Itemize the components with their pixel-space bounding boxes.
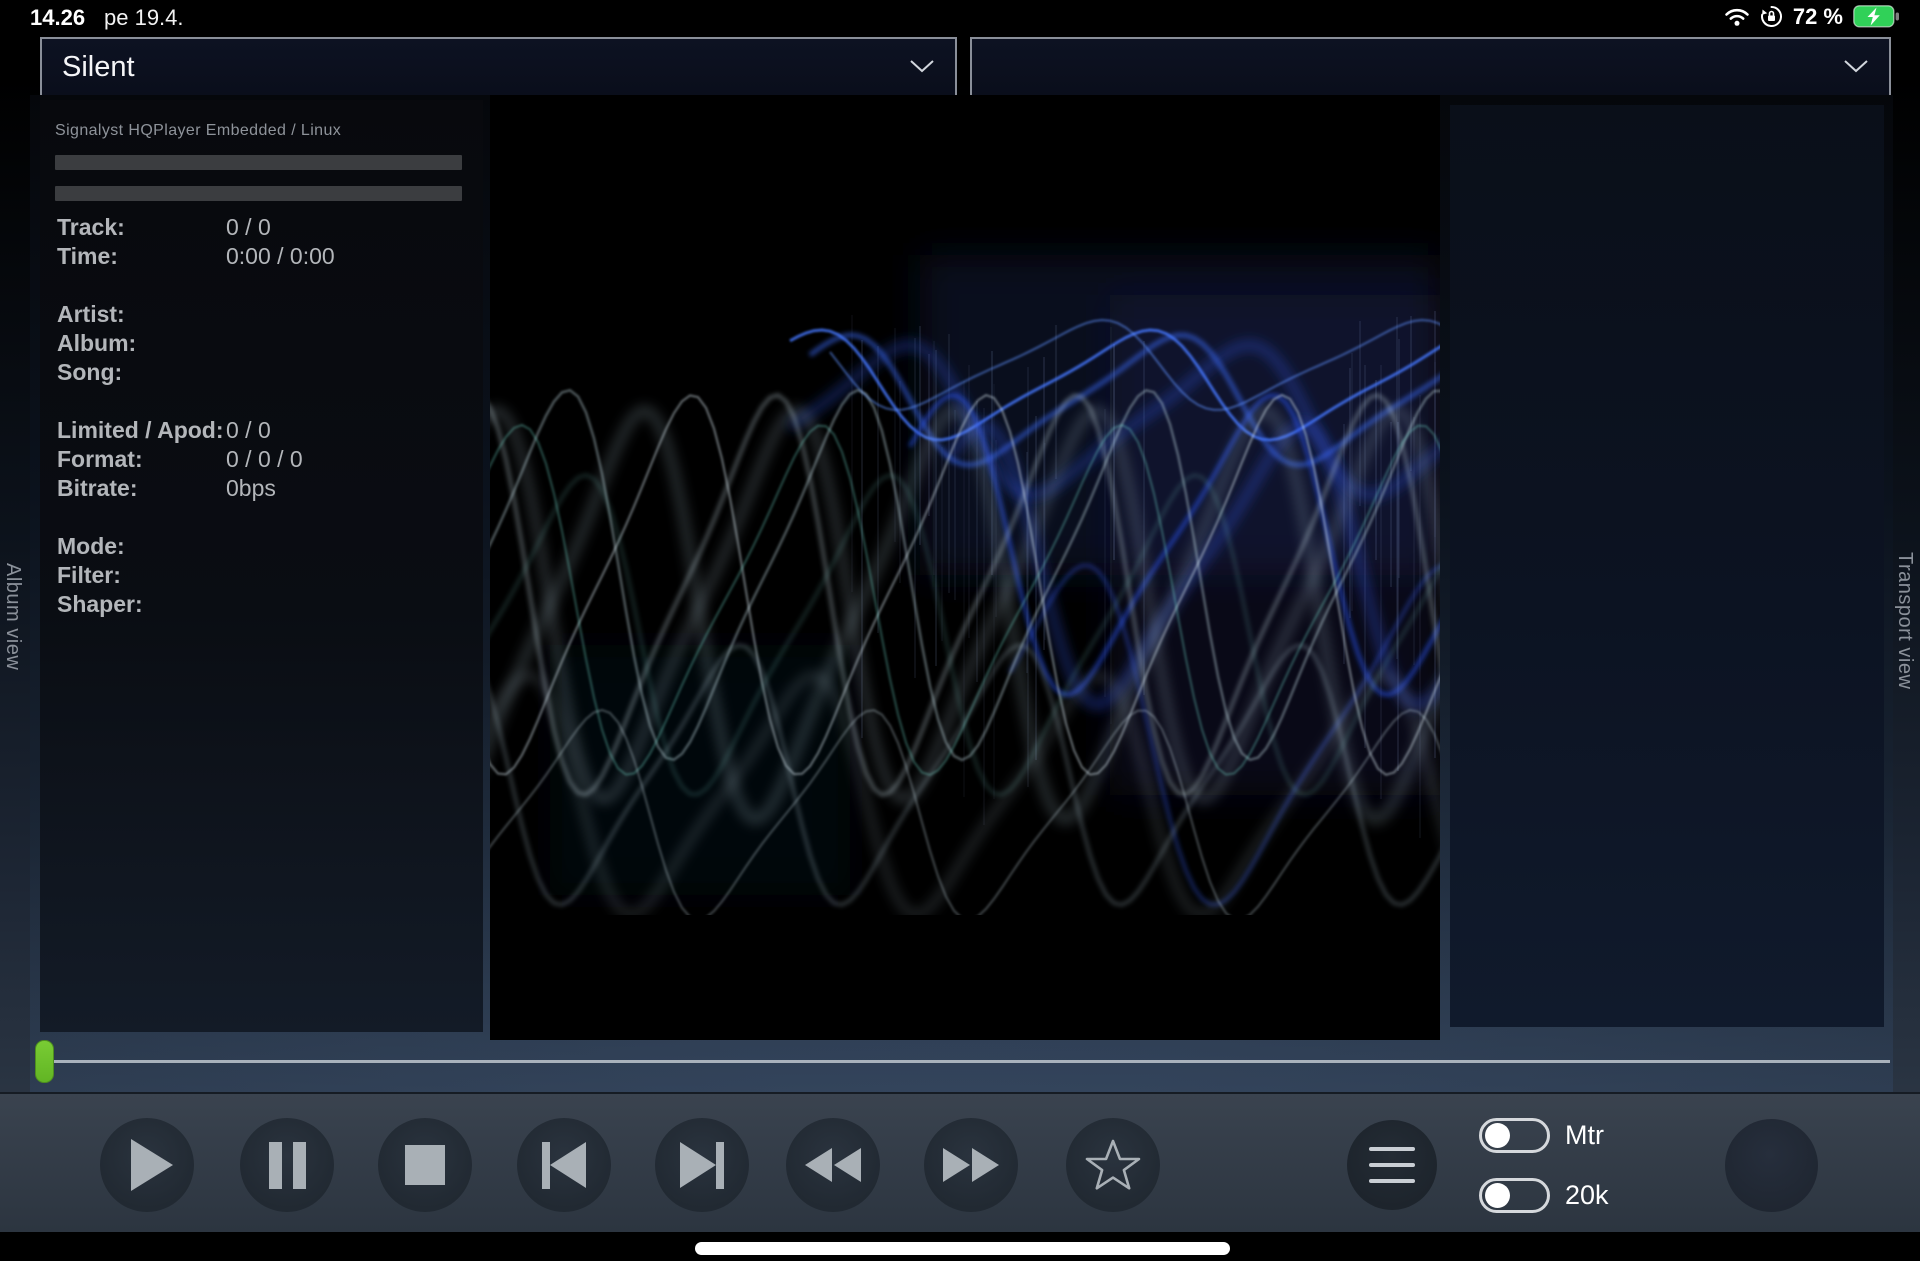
info-row-filter: Filter: [40, 562, 483, 590]
info-row-time: Time:0:00 / 0:00 [40, 243, 483, 271]
output-mode-select[interactable]: Silent [40, 37, 957, 97]
transport-bar: Mtr 20k [0, 1092, 1920, 1232]
pause-button[interactable] [240, 1118, 334, 1212]
20k-toggle-label: 20k [1565, 1178, 1685, 1213]
chevron-down-icon [1843, 59, 1869, 74]
previous-track-icon [542, 1142, 586, 1189]
rewind-icon [804, 1148, 862, 1182]
level-meter-right [55, 186, 462, 201]
20k-toggle[interactable] [1479, 1178, 1550, 1213]
favorite-button[interactable] [1066, 1118, 1160, 1212]
play-icon [131, 1139, 173, 1191]
hqplayer-screen: 14.26 pe 19.4. 72 % Silent [0, 0, 1920, 1261]
fast-forward-button[interactable] [924, 1118, 1018, 1212]
chevron-down-icon [909, 59, 935, 74]
queue-panel [1450, 105, 1884, 1027]
transport-view-tab[interactable]: Transport view [1893, 552, 1916, 689]
seek-slider-knob[interactable] [35, 1040, 54, 1083]
main-stage: Signalyst HQPlayer Embedded / Linux Trac… [30, 95, 1893, 1092]
toggle-knob [1485, 1123, 1510, 1148]
rotation-lock-icon [1760, 5, 1783, 28]
backend-title: Signalyst HQPlayer Embedded / Linux [55, 122, 341, 140]
info-row-bitrate: Bitrate:0bps [40, 475, 483, 503]
battery-charging-icon [1853, 5, 1900, 28]
menu-button[interactable] [1347, 1120, 1437, 1210]
battery-percent: 72 % [1793, 4, 1843, 30]
status-date: pe 19.4. [104, 5, 184, 31]
info-row-format: Format:0 / 0 / 0 [40, 446, 483, 474]
output-mode-value: Silent [62, 51, 135, 84]
info-row-mode: Mode: [40, 533, 483, 561]
info-row-track: Track:0 / 0 [40, 214, 483, 242]
info-row-shaper: Shaper: [40, 591, 483, 619]
fast-forward-icon [942, 1148, 1000, 1182]
star-icon [1084, 1137, 1142, 1193]
player-info-panel: Signalyst HQPlayer Embedded / Linux Trac… [40, 100, 483, 1032]
album-view-tab[interactable]: Album view [1, 563, 24, 670]
pause-icon [269, 1142, 306, 1189]
menu-icon [1369, 1147, 1415, 1183]
info-row-album: Album: [40, 330, 483, 358]
status-icons: 72 % [1724, 0, 1900, 33]
next-track-icon [680, 1142, 724, 1189]
home-indicator-area [0, 1232, 1920, 1261]
info-row-limited: Limited / Apod:0 / 0 [40, 417, 483, 445]
previous-track-button[interactable] [517, 1118, 611, 1212]
knob-button[interactable] [1725, 1119, 1818, 1212]
next-track-button[interactable] [655, 1118, 749, 1212]
seek-slider-track[interactable] [37, 1060, 1890, 1063]
level-meter-left [55, 155, 462, 170]
rewind-button[interactable] [786, 1118, 880, 1212]
wifi-icon [1724, 7, 1750, 27]
status-time: 14.26 [30, 5, 85, 31]
stop-button[interactable] [378, 1118, 472, 1212]
album-art [490, 95, 1440, 1040]
mtr-toggle[interactable] [1479, 1118, 1550, 1153]
toggle-knob [1485, 1183, 1510, 1208]
info-row-artist: Artist: [40, 301, 483, 329]
play-button[interactable] [100, 1118, 194, 1212]
info-row-song: Song: [40, 359, 483, 387]
status-bar: 14.26 pe 19.4. 72 % [0, 0, 1920, 33]
track-select[interactable] [970, 37, 1891, 97]
mtr-toggle-label: Mtr [1565, 1118, 1685, 1153]
home-indicator[interactable] [695, 1242, 1230, 1255]
stop-icon [405, 1145, 445, 1185]
